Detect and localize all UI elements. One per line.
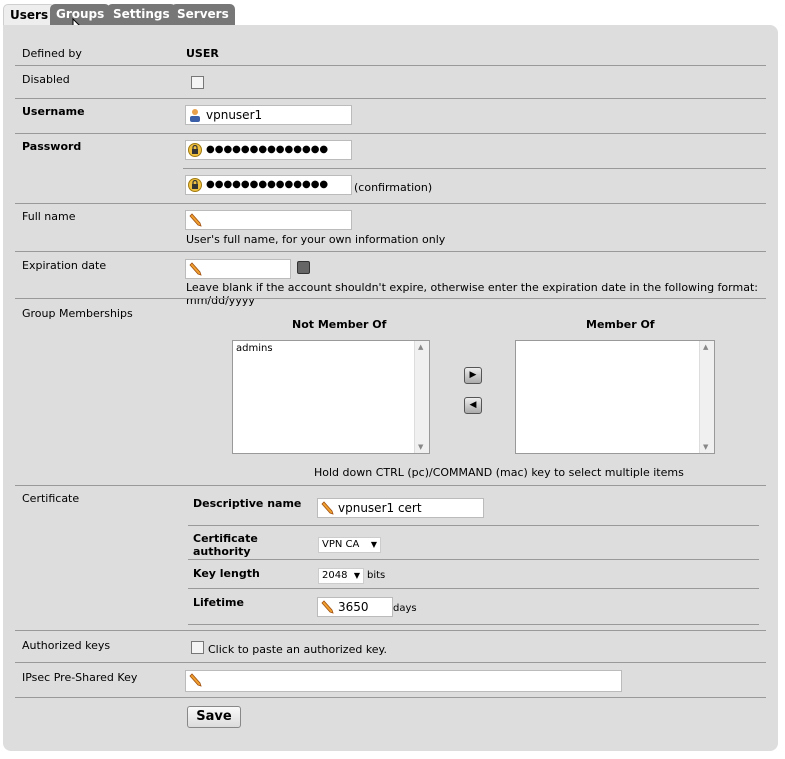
lifetime-input[interactable]: 3650 bbox=[317, 597, 393, 617]
scrollbar[interactable]: ▲ ▼ bbox=[414, 341, 429, 453]
lock-icon bbox=[188, 143, 202, 157]
scrollbar[interactable]: ▲ ▼ bbox=[699, 341, 714, 453]
user-form-panel: Defined by USER Disabled Username vpnuse… bbox=[3, 25, 778, 751]
lifetime-value: 3650 bbox=[338, 600, 369, 614]
username-label: Username bbox=[22, 105, 85, 118]
full-name-label: Full name bbox=[22, 210, 76, 223]
lifetime-label: Lifetime bbox=[193, 596, 244, 609]
password-input[interactable]: ●●●●●●●●●●●●●● bbox=[185, 140, 352, 160]
divider bbox=[15, 65, 766, 66]
tab-settings[interactable]: Settings bbox=[107, 4, 176, 25]
divider bbox=[15, 133, 766, 134]
password-confirm-value: ●●●●●●●●●●●●●● bbox=[206, 179, 329, 190]
key-length-value: 2048 bbox=[322, 570, 348, 581]
full-name-input[interactable] bbox=[185, 210, 352, 230]
divider bbox=[188, 525, 759, 526]
key-length-unit: bits bbox=[367, 570, 386, 581]
cert-ca-value: VPN CA bbox=[322, 539, 360, 550]
divider bbox=[15, 251, 766, 252]
full-name-hint: User's full name, for your own informati… bbox=[186, 233, 446, 246]
tab-users[interactable]: Users bbox=[3, 4, 56, 27]
chevron-down-icon: ▼ bbox=[353, 571, 360, 580]
member-list[interactable]: ▲ ▼ bbox=[515, 340, 715, 454]
confirmation-note: (confirmation) bbox=[354, 181, 433, 194]
divider bbox=[15, 98, 766, 99]
disabled-checkbox[interactable] bbox=[191, 76, 204, 89]
divider bbox=[15, 662, 766, 663]
move-right-button[interactable]: ▶ bbox=[464, 367, 482, 384]
expiration-hint: Leave blank if the account shouldn't exp… bbox=[186, 281, 758, 307]
groups-hint: Hold down CTRL (pc)/COMMAND (mac) key to… bbox=[314, 466, 684, 479]
cert-ca-label-line2: authority bbox=[193, 545, 251, 558]
pencil-icon bbox=[321, 501, 334, 515]
calendar-icon[interactable] bbox=[297, 261, 310, 274]
save-button[interactable]: Save bbox=[187, 706, 241, 728]
lock-icon bbox=[188, 178, 202, 192]
defined-by-label: Defined by bbox=[22, 47, 82, 60]
divider bbox=[15, 298, 766, 299]
cert-ca-label: Certificate authority bbox=[193, 532, 258, 558]
user-icon bbox=[190, 109, 200, 122]
cert-descriptive-name-label: Descriptive name bbox=[193, 497, 302, 510]
divider bbox=[15, 697, 766, 698]
disabled-label: Disabled bbox=[22, 73, 70, 86]
username-input[interactable]: vpnuser1 bbox=[185, 105, 352, 125]
move-left-button[interactable]: ◀ bbox=[464, 397, 482, 414]
expiration-label: Expiration date bbox=[22, 259, 107, 272]
pencil-icon bbox=[189, 262, 202, 276]
divider bbox=[188, 559, 759, 560]
divider bbox=[15, 203, 766, 204]
not-member-list[interactable]: admins ▲ ▼ bbox=[232, 340, 430, 454]
divider bbox=[188, 588, 759, 589]
not-member-header: Not Member Of bbox=[292, 318, 387, 331]
authorized-keys-label: Authorized keys bbox=[22, 639, 111, 652]
cert-ca-label-line1: Certificate bbox=[193, 532, 258, 545]
pencil-icon bbox=[321, 600, 334, 614]
username-value: vpnuser1 bbox=[206, 108, 263, 122]
member-header: Member Of bbox=[586, 318, 655, 331]
divider bbox=[15, 485, 766, 486]
ipsec-psk-label: IPsec Pre-Shared Key bbox=[22, 671, 138, 684]
authorized-keys-checkbox[interactable] bbox=[191, 641, 204, 654]
divider bbox=[183, 168, 766, 169]
password-value: ●●●●●●●●●●●●●● bbox=[206, 144, 329, 155]
authorized-keys-text[interactable]: Click to paste an authorized key. bbox=[208, 643, 387, 656]
cert-descriptive-name-input[interactable]: vpnuser1 cert bbox=[317, 498, 484, 518]
pencil-icon bbox=[189, 213, 202, 227]
ipsec-psk-input[interactable] bbox=[185, 670, 622, 692]
chevron-down-icon: ▼ bbox=[370, 540, 377, 549]
divider bbox=[15, 630, 766, 631]
key-length-select[interactable]: 2048 ▼ bbox=[318, 568, 364, 584]
certificate-label: Certificate bbox=[22, 492, 80, 505]
group-memberships-label: Group Memberships bbox=[22, 307, 133, 320]
expiration-input[interactable] bbox=[185, 259, 291, 279]
cert-ca-select[interactable]: VPN CA ▼ bbox=[318, 537, 381, 553]
list-item[interactable]: admins bbox=[236, 343, 273, 354]
password-confirm-input[interactable]: ●●●●●●●●●●●●●● bbox=[185, 175, 352, 195]
key-length-label: Key length bbox=[193, 567, 260, 580]
lifetime-unit: days bbox=[393, 603, 417, 614]
divider bbox=[188, 624, 759, 625]
pencil-icon bbox=[189, 673, 202, 687]
tab-servers[interactable]: Servers bbox=[171, 4, 235, 25]
cert-descriptive-name-value: vpnuser1 cert bbox=[338, 501, 422, 515]
defined-by-value: USER bbox=[186, 47, 219, 60]
password-label: Password bbox=[22, 140, 82, 153]
